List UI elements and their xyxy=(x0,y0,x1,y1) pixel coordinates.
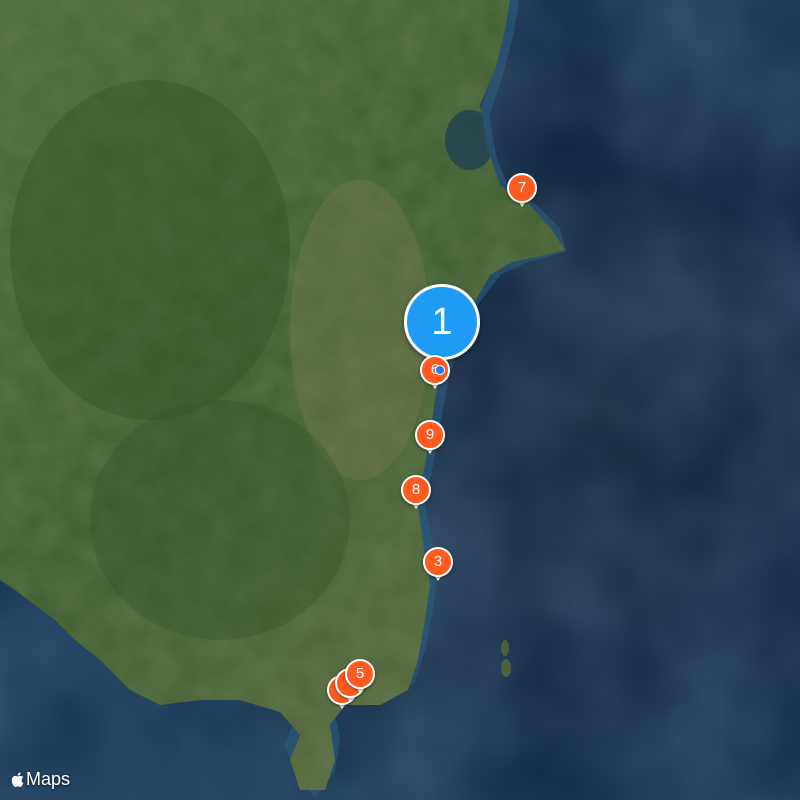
map-pin-7[interactable]: 7 xyxy=(507,173,537,211)
pin-label: 7 xyxy=(507,173,537,203)
map-pin-5[interactable]: 5 xyxy=(345,659,375,697)
map-pin-8[interactable]: 8 xyxy=(401,475,431,513)
satellite-map-background xyxy=(0,0,800,800)
maps-attribution-text: Maps xyxy=(26,768,71,789)
map-pin-6[interactable]: 6 xyxy=(420,355,450,393)
apple-logo-icon xyxy=(11,771,24,787)
pin-label: 9 xyxy=(415,420,445,450)
map-pin-9[interactable]: 9 xyxy=(415,420,445,458)
maps-attribution[interactable]: Maps xyxy=(10,766,70,792)
current-location-dot-icon xyxy=(435,365,445,375)
map-pin-3[interactable]: 3 xyxy=(423,547,453,585)
pin-label: 8 xyxy=(401,475,431,505)
cluster-marker[interactable]: 1 xyxy=(404,284,480,360)
pin-label: 5 xyxy=(345,659,375,689)
map-view[interactable]: 7 1 6 9 8 3 5 Ma xyxy=(0,0,800,800)
pin-label: 3 xyxy=(423,547,453,577)
